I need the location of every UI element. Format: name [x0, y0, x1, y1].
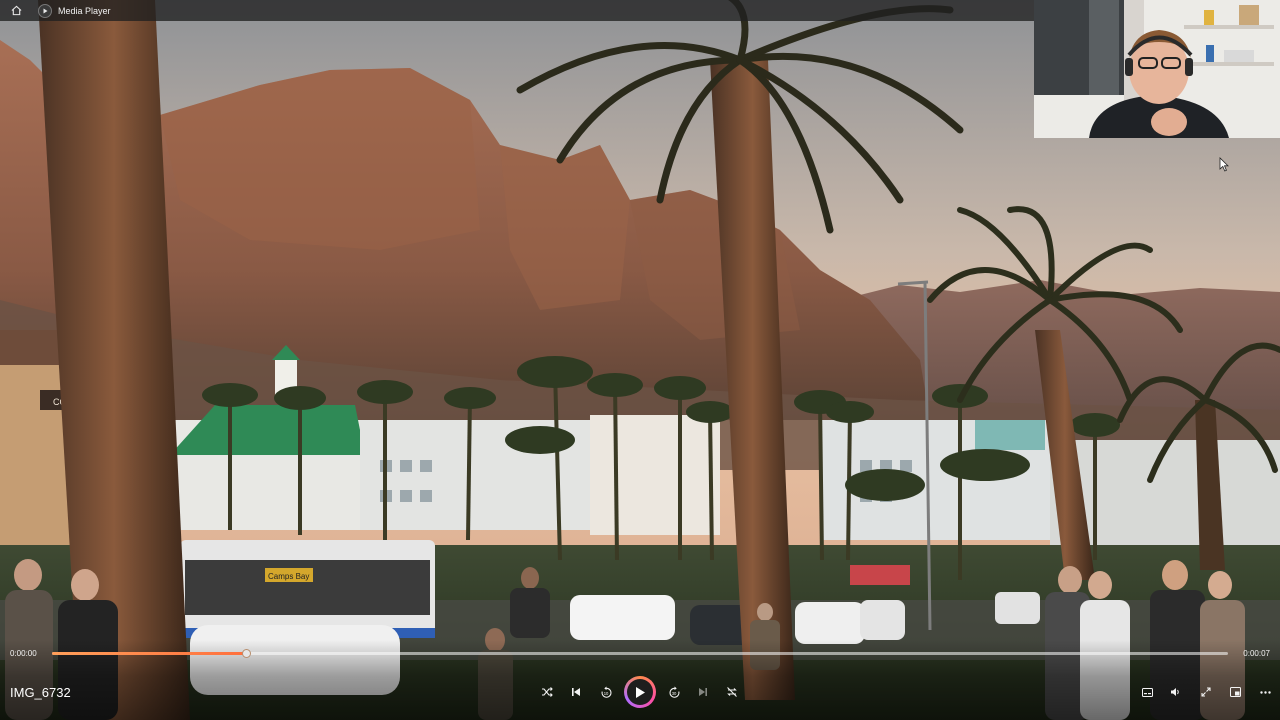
- play-button[interactable]: [624, 676, 656, 708]
- bus-destination-text: Camps Bay: [268, 572, 309, 581]
- subtitles-icon[interactable]: [1140, 685, 1154, 699]
- seek-bar-progress: [52, 652, 247, 655]
- seek-bar[interactable]: [52, 649, 1228, 658]
- more-icon[interactable]: [1258, 685, 1272, 699]
- shuffle-icon[interactable]: [540, 685, 554, 699]
- rewind-10-icon[interactable]: 10: [598, 684, 614, 700]
- repeat-off-icon[interactable]: [725, 685, 739, 699]
- media-player-icon: [38, 3, 52, 18]
- window-title: Media Player: [58, 5, 111, 16]
- total-time: 0:00:07: [1243, 649, 1270, 658]
- mouse-cursor-icon: [1219, 157, 1229, 177]
- current-time: 0:00:00: [10, 649, 37, 658]
- mini-player-icon[interactable]: [1228, 685, 1242, 699]
- svg-text:10: 10: [603, 690, 608, 695]
- play-icon: [627, 679, 653, 705]
- playback-controls: 0:00:00 0:00:07 IMG_6732 10 30: [0, 640, 1280, 720]
- volume-icon[interactable]: [1168, 685, 1182, 699]
- forward-30-icon[interactable]: 30: [666, 684, 682, 700]
- next-icon[interactable]: [696, 685, 710, 699]
- previous-icon[interactable]: [569, 685, 583, 699]
- webcam-overlay: [1034, 0, 1280, 138]
- file-name: IMG_6732: [10, 685, 71, 700]
- title-bar: Media Player: [0, 0, 1034, 21]
- fullscreen-icon[interactable]: [1199, 685, 1213, 699]
- home-icon[interactable]: [8, 3, 24, 19]
- svg-text:30: 30: [671, 690, 676, 695]
- webcam-feed: [1034, 0, 1280, 138]
- seek-bar-thumb[interactable]: [242, 649, 252, 658]
